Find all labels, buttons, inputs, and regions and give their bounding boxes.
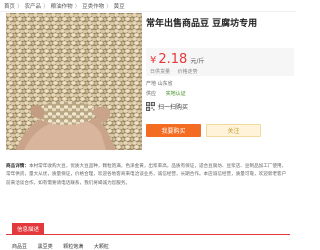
- follow-button[interactable]: 关注: [206, 124, 261, 137]
- qr-code-icon: [146, 102, 155, 111]
- scan-to-buy-label: 扫一扫购买: [158, 104, 189, 111]
- description-text: 本村常年收购大豆，优质大豆品种，颗粒饱满，色泽金黄，出浆率高，品质有保证，适合豆…: [6, 164, 287, 186]
- breadcrumb: 首页 〉 农产品 〉 粮油作物 〉 豆类作物 〉 黄豆: [4, 1, 125, 11]
- buy-button[interactable]: 我要购买: [146, 124, 201, 137]
- breadcrumb-separator: 〉: [74, 4, 81, 10]
- breadcrumb-item[interactable]: 豆类作物: [82, 2, 104, 10]
- price: ¥ 2.18 元/斤: [150, 52, 204, 67]
- breadcrumb-item-home[interactable]: 首页: [4, 2, 15, 10]
- attribute-item: 黑豆类: [37, 244, 53, 250]
- price-box: ¥ 2.18 元/斤 日供货量 价格走势: [146, 48, 294, 76]
- breadcrumb-item-current: 黄豆: [113, 4, 125, 10]
- attribute-item: 大颗粒: [93, 244, 109, 250]
- price-value: 2.18: [158, 52, 188, 67]
- breadcrumb-separator: 〉: [17, 4, 23, 10]
- seller-row: 供应 实地认证: [146, 90, 186, 97]
- product-title: 常年出售商品豆 豆腐坊专用: [146, 19, 258, 29]
- meta-item[interactable]: 价格走势: [178, 69, 198, 75]
- price-meta: 日供货量 价格走势: [150, 68, 204, 75]
- seller-label: 供应: [146, 91, 157, 97]
- scan-to-buy[interactable]: 扫一扫购买: [146, 102, 188, 111]
- breadcrumb-separator: 〉: [106, 4, 112, 10]
- product-description: 商品详情：本村常年收购大豆，优质大豆品种，颗粒饱满，色泽金黄，出浆率高，品质有保…: [6, 163, 290, 188]
- tab-info-description[interactable]: 信息描述: [12, 223, 44, 234]
- description-label: 商品详情：: [6, 164, 29, 169]
- meta-item: 日供货量: [150, 69, 171, 75]
- breadcrumb-item[interactable]: 粮油作物: [51, 2, 73, 10]
- seller-verified-link[interactable]: 实地认证: [166, 91, 186, 97]
- attribute-item: 颗粒饱满: [63, 244, 84, 250]
- attribute-list: 商品豆 黑豆类 颗粒饱满 大颗粒: [12, 243, 118, 250]
- breadcrumb-separator: 〉: [43, 4, 49, 10]
- breadcrumb-item[interactable]: 农产品: [25, 2, 42, 10]
- detail-tabbar: 信息描述: [6, 223, 290, 235]
- product-image[interactable]: [6, 13, 142, 150]
- divider: [0, 11, 296, 12]
- origin: 产地 山东省: [146, 81, 173, 87]
- attribute-item: 商品豆: [12, 244, 28, 250]
- currency-symbol: ¥: [150, 55, 157, 66]
- price-unit: 元/斤: [190, 58, 205, 65]
